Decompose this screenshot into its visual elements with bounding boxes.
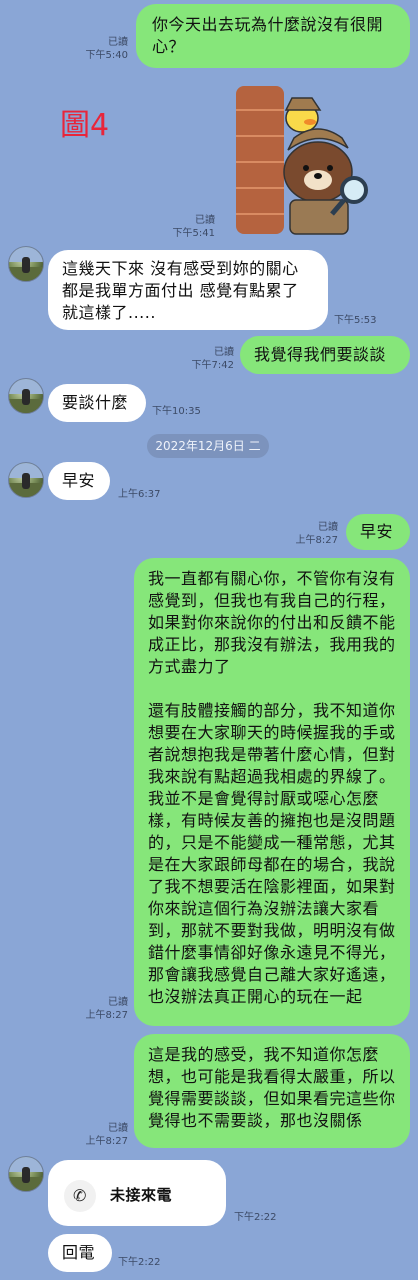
message-timestamp: 上午6:37 (118, 489, 161, 500)
missed-call-label: 未接來電 (110, 1186, 173, 1204)
read-receipt: 已讀 (108, 997, 128, 1008)
contact-avatar[interactable] (8, 246, 44, 282)
read-receipt: 已讀 (108, 1123, 128, 1134)
message-bubble-incoming[interactable]: 回電 (48, 1234, 112, 1272)
contact-avatar[interactable] (8, 462, 44, 498)
message-timestamp: 下午2:22 (118, 1257, 161, 1268)
date-separator: 2022年12月6日 二 (147, 434, 269, 458)
message-bubble-incoming[interactable]: 要談什麼 (48, 384, 146, 422)
message-timestamp: 上午8:27 (295, 535, 338, 546)
message-timestamp: 下午10:35 (152, 406, 201, 417)
sticker-image[interactable] (232, 80, 382, 236)
phone-icon: ✆ (64, 1180, 96, 1212)
read-receipt: 已讀 (108, 37, 128, 48)
read-receipt: 已讀 (195, 215, 215, 226)
message-timestamp: 下午2:22 (234, 1212, 277, 1223)
contact-avatar[interactable] (8, 378, 44, 414)
message-bubble-outgoing[interactable]: 我覺得我們要談談 (240, 336, 410, 374)
read-receipt: 已讀 (318, 522, 338, 533)
message-timestamp: 下午5:41 (172, 228, 215, 239)
message-timestamp: 上午8:27 (85, 1010, 128, 1021)
message-timestamp: 下午7:42 (191, 360, 234, 371)
message-bubble-outgoing[interactable]: 我一直都有關心你，不管你有沒有感覺到，但我也有我自己的行程，如果對你來說你的付出… (134, 558, 410, 1026)
message-bubble-incoming[interactable]: 這幾天下來 沒有感受到妳的關心 都是我單方面付出 感覺有點累了 就這樣了....… (48, 250, 328, 330)
message-bubble-outgoing[interactable]: 這是我的感受，我不知道你怎麼想，也可能是我看得太嚴重，所以覺得需要談談，但如果看… (134, 1034, 410, 1148)
message-timestamp: 下午5:40 (85, 50, 128, 61)
contact-avatar[interactable] (8, 1156, 44, 1192)
message-bubble-outgoing[interactable]: 早安 (346, 514, 410, 550)
read-receipt: 已讀 (214, 347, 234, 358)
missed-call-bubble[interactable]: ✆ 未接來電 (48, 1160, 226, 1226)
message-timestamp: 下午5:53 (334, 315, 377, 326)
message-timestamp: 上午8:27 (85, 1136, 128, 1147)
figure-label: 圖4 (60, 108, 110, 143)
message-bubble-incoming[interactable]: 早安 (48, 462, 110, 500)
message-bubble-outgoing[interactable]: 你今天出去玩為什麼說沒有很開心？ (136, 4, 410, 68)
